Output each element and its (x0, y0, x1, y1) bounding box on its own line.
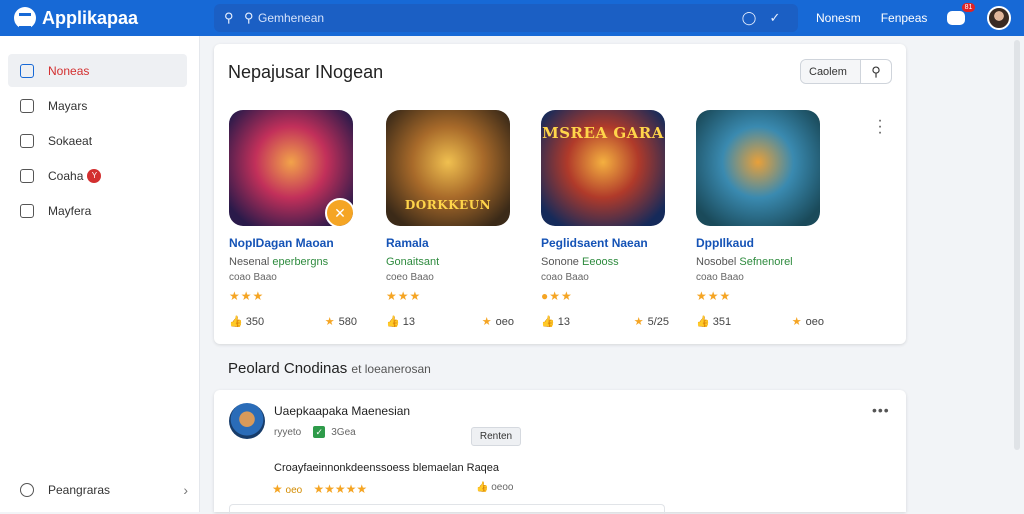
star-rating: ★★★ (386, 289, 422, 303)
review-text: Croayfaeinnonkdeenssoess blemaelan Raqea (274, 462, 500, 474)
rating-value: ★ oeo (481, 316, 514, 328)
logo-icon (14, 7, 36, 29)
app-name[interactable]: Ramala (386, 236, 520, 250)
avatar[interactable] (229, 403, 265, 439)
app-card[interactable]: MSREA GARA Peglidsaent Naean Sonone Eeoo… (541, 110, 675, 328)
sidebar-item-4[interactable]: Coaha Y (8, 159, 187, 192)
app-name[interactable]: DppIlkaud (696, 236, 830, 250)
app-size: coeo Baao (386, 272, 434, 283)
home-icon (20, 63, 34, 78)
top-link-1[interactable]: Nonesm (816, 11, 861, 25)
thumbnail-title: DORKKEUN (404, 198, 492, 212)
search-bar[interactable]: ⚲ ⚲ ◯ ✓ (214, 4, 798, 32)
library-icon (20, 203, 34, 218)
user-avatar[interactable] (987, 6, 1012, 30)
review-likes[interactable]: 👍 oeoo (476, 482, 513, 493)
notifications-button[interactable]: 81 (947, 3, 976, 27)
app-thumbnail[interactable]: MSREA GARA (541, 110, 665, 226)
section-subtitle: et loeanerosan (351, 362, 431, 376)
box-icon (20, 133, 34, 148)
more-options-icon[interactable]: ••• (872, 402, 890, 418)
app-card[interactable]: DORKKEUN Ramala Gonaitsant coeo Baao ★★★… (386, 110, 520, 328)
section-title: Peolard Cnodinas et loeanerosan (228, 360, 431, 377)
app-size: coao Baao (696, 272, 744, 283)
sidebar-item-label: Sokaeat (48, 133, 93, 148)
review-card: Uaepkaapaka Maenesian ryyeto ✓ 3Gea Rent… (214, 390, 906, 514)
chevron-right-icon: › (183, 482, 188, 498)
search-prefix-icon: ⚲ (244, 10, 254, 25)
sidebar-item-2[interactable]: Mayars (8, 89, 187, 122)
sidebar-item-label: Noneas (48, 63, 90, 78)
verified-icon: ✓ (313, 426, 326, 438)
sidebar-item-label: Mayars (48, 98, 88, 113)
featured-search-input[interactable] (801, 60, 861, 83)
filter-icon[interactable]: ✓ (762, 10, 788, 26)
star-rating: ★★★ (696, 289, 732, 303)
folder-icon (20, 98, 34, 113)
star-rating: ●★★ (541, 289, 573, 303)
app-category: Sonone Eeooss (541, 256, 619, 268)
top-bar: Applikapaa ⚲ ⚲ ◯ ✓ Nonesm Fenpeas 81 (0, 0, 1024, 36)
sidebar-bottom-item[interactable]: Peangraras › (8, 482, 188, 498)
search-input[interactable] (258, 11, 736, 25)
app-card[interactable]: ✕ NopIDagan Maoan Nesenal eperbergns coa… (229, 110, 363, 328)
sidebar-item-5[interactable]: Mayfera (8, 194, 187, 227)
settings-icon (20, 483, 34, 497)
featured-search[interactable]: ⚲ (800, 59, 892, 84)
rating-value: ★ 580 (324, 316, 357, 328)
scrollbar[interactable] (1014, 40, 1020, 450)
sidebar-bottom-label: Peangraras (48, 483, 111, 497)
likes-count[interactable]: 👍 13 (386, 315, 415, 328)
app-size: coao Baao (229, 272, 277, 283)
app-thumbnail[interactable]: ✕ (229, 110, 353, 226)
sidebar-item-3[interactable]: Sokaeat (8, 124, 187, 157)
app-name: Applikapaa (42, 7, 139, 28)
star-rating: ★★★ (229, 289, 265, 303)
sidebar-badge: Y (87, 168, 102, 183)
likes-count[interactable]: 👍 13 (541, 315, 570, 328)
likes-count[interactable]: 👍 350 (229, 315, 264, 328)
search-icon[interactable]: ⚲ (224, 10, 244, 26)
sidebar-item-label: Coaha (48, 168, 84, 183)
app-thumbnail[interactable] (696, 110, 820, 226)
rating-value: ★ 5/25 (633, 316, 669, 328)
notification-badge: 81 (961, 3, 976, 12)
top-link-2[interactable]: Fenpeas (881, 11, 928, 25)
cart-icon (20, 168, 34, 183)
chat-icon (947, 11, 966, 25)
app-card[interactable]: DppIlkaud Nosobel Sefnenorel coao Baao ★… (696, 110, 830, 328)
app-logo[interactable]: Applikapaa (14, 7, 210, 29)
sidebar: Noneas Mayars Sokaeat Coaha Y Mayfera Pe… (0, 36, 200, 512)
rating-value: ★ oeo (791, 316, 824, 328)
featured-title: Nepajusar INogean (228, 62, 384, 82)
search-icon[interactable]: ⚲ (861, 64, 891, 80)
review-rating: ★ oeo ★★★★★ (272, 482, 368, 496)
sword-icon: ✕ (325, 198, 353, 226)
app-category: Gonaitsant (386, 256, 440, 268)
sidebar-item-label: Mayfera (48, 203, 92, 218)
reviewer-name[interactable]: Uaepkaapaka Maenesian (274, 404, 410, 418)
review-meta: ryyeto ✓ 3Gea (274, 426, 356, 438)
app-name[interactable]: NopIDagan Maoan (229, 236, 363, 250)
thumbnail-title: MSREA GARA (542, 124, 664, 142)
more-options-icon[interactable]: · · · (874, 113, 886, 141)
app-size: coao Baao (541, 272, 589, 283)
app-category: Nesenal eperbergns (229, 256, 329, 268)
review-action-button[interactable]: Renten (471, 427, 521, 446)
featured-panel: Nepajusar INogean ⚲ ··· ✕ NopIDagan Maoa… (214, 44, 906, 344)
voice-search-icon[interactable]: ◯ (736, 10, 762, 26)
next-review-card (229, 504, 665, 514)
app-category: Nosobel Sefnenorel (696, 256, 793, 268)
app-thumbnail[interactable]: DORKKEUN (386, 110, 510, 226)
app-name[interactable]: Peglidsaent Naean (541, 236, 675, 250)
sidebar-item-home[interactable]: Noneas (8, 54, 187, 87)
likes-count[interactable]: 👍 351 (696, 315, 731, 328)
